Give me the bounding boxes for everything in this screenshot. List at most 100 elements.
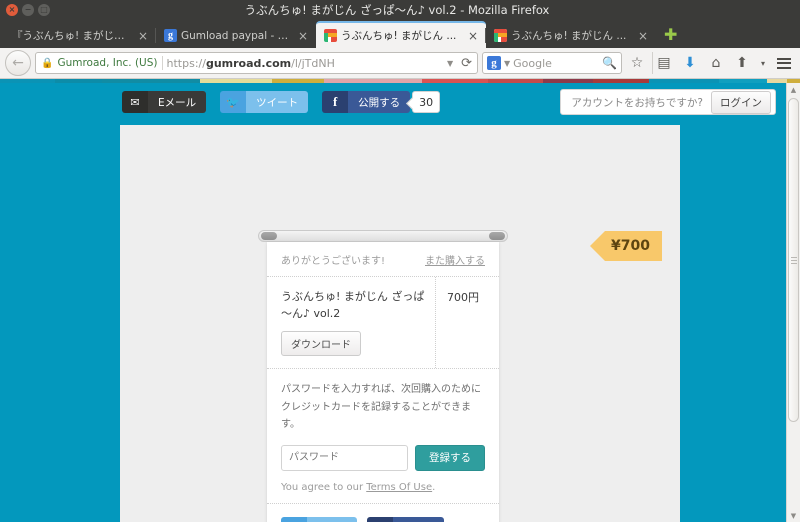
account-box: アカウントをお持ちですか? ログイン <box>560 89 776 115</box>
url-bar[interactable]: 🔒 Gumroad, Inc. (US) https://gumroad.com… <box>35 52 478 74</box>
price-tag: ¥700 <box>590 231 662 261</box>
url-prefix: https:// <box>166 56 206 70</box>
account-question: アカウントをお持ちですか? <box>571 96 703 109</box>
share-button-group: ✉ Eメール 🐦 ツイート f 公開する 30 <box>122 91 441 113</box>
tab-2-active[interactable]: うぶんちゅ! まがじん ... × <box>316 21 486 48</box>
firefox-window: × − □ うぶんちゅ! まがじん ざっぱ～ん♪ vol.2 - Mozilla… <box>0 0 800 522</box>
receipt-share-row: 🐦 Tweet f Share <box>267 504 499 522</box>
facebook-share-button[interactable]: f 公開する <box>322 91 411 113</box>
twitter-bird-icon: 🐦 <box>281 516 307 522</box>
printer-bar <box>258 230 508 242</box>
password-prompt: パスワードを入力すれば、次回購入のためにクレジットカードを記録することができます… <box>281 384 481 430</box>
scrollbar-thumb[interactable] <box>788 98 799 422</box>
url-text: https://gumroad.com/l/jTdNH <box>167 57 443 70</box>
sidebar-icon[interactable]: ▤ <box>652 52 675 74</box>
facebook-share-label: 公開する <box>348 91 411 113</box>
terms-suffix: . <box>432 481 436 493</box>
scroll-up-button[interactable]: ▲ <box>787 83 800 96</box>
window-title: うぶんちゅ! まがじん ざっぱ～ん♪ vol.2 - Mozilla Firef… <box>244 3 550 17</box>
window-minimize-button[interactable]: − <box>22 4 34 16</box>
receipt-share-button[interactable]: f Share <box>367 516 444 522</box>
chevron-down-icon[interactable]: ▾ <box>757 52 769 74</box>
register-button[interactable]: 登録する <box>415 444 485 471</box>
tab-0[interactable]: 『うぶんちゅ! まがじん ざ... × <box>4 23 156 48</box>
window-controls: × − □ <box>0 4 50 16</box>
login-button[interactable]: ログイン <box>711 90 771 114</box>
window-maximize-button[interactable]: □ <box>38 4 50 16</box>
url-host: gumroad.com <box>205 56 292 70</box>
gumroad-icon <box>324 29 337 42</box>
new-tab-button[interactable]: ✚ <box>656 27 685 43</box>
google-icon: g <box>164 29 177 42</box>
vertical-scrollbar[interactable]: ▲ ▼ <box>786 83 800 522</box>
password-form: 登録する <box>281 444 485 471</box>
scroll-down-button[interactable]: ▼ <box>787 509 800 522</box>
navigation-toolbar: ← 🔒 Gumroad, Inc. (US) https://gumroad.c… <box>0 48 800 79</box>
gumroad-icon <box>494 29 507 42</box>
email-share-label: Eメール <box>148 91 207 113</box>
back-button[interactable]: ← <box>5 50 31 76</box>
twitter-share-label: ツイート <box>246 91 309 113</box>
tab-label: うぶんちゅ! まがじん ... <box>341 30 457 42</box>
scrollbar-track[interactable] <box>788 96 799 509</box>
terms-of-use-link[interactable]: Terms Of Use <box>366 482 432 493</box>
tab-label: うぶんちゅ! まがじん ... <box>511 30 627 42</box>
envelope-icon: ✉ <box>122 91 148 113</box>
product-column: うぶんちゅ! まがじん ざっぱ～ん♪ vol.2 ダウンロード <box>267 277 435 368</box>
search-input[interactable]: Google <box>513 57 599 70</box>
downloads-icon[interactable]: ⬇ <box>679 52 701 74</box>
twitter-bird-icon: 🐦 <box>220 91 247 113</box>
terms-prefix: You agree to our <box>281 481 367 493</box>
tab-3[interactable]: うぶんちゅ! まがじん ... × <box>485 23 656 48</box>
menu-button[interactable] <box>773 52 795 74</box>
chevron-down-icon[interactable]: ▼ <box>447 59 453 68</box>
receipt-tweet-label: Tweet <box>307 516 358 522</box>
tab-close-icon[interactable]: × <box>296 30 310 42</box>
window-titlebar: × − □ うぶんちゅ! まがじん ざっぱ～ん♪ vol.2 - Mozilla… <box>0 0 800 20</box>
chevron-down-icon[interactable]: ▼ <box>504 59 510 68</box>
tab-label: Gumload paypal - Go... <box>181 29 292 42</box>
facebook-f-icon: f <box>322 91 349 113</box>
tab-1[interactable]: g Gumload paypal - Go... × <box>155 23 316 48</box>
back-arrow-icon: ← <box>12 55 24 71</box>
password-input[interactable] <box>281 444 408 471</box>
receipt-share-label: Share <box>393 516 444 522</box>
search-icon[interactable]: 🔍 <box>602 56 617 70</box>
tab-close-icon[interactable]: × <box>466 30 480 42</box>
tab-bar: 『うぶんちゅ! まがじん ざ... × g Gumload paypal - G… <box>0 20 800 48</box>
share-count-badge: 30 <box>412 91 441 113</box>
download-button[interactable]: ダウンロード <box>281 331 361 356</box>
email-share-button[interactable]: ✉ Eメール <box>122 91 207 113</box>
search-bar[interactable]: g ▼ Google 🔍 <box>482 52 622 74</box>
terms-text: You agree to our Terms Of Use. <box>281 482 485 493</box>
product-name: うぶんちゅ! まがじん ざっぱ～ん♪ vol.2 <box>281 290 425 320</box>
buy-again-link[interactable]: また購入する <box>425 252 485 267</box>
password-section: パスワードを入力すれば、次回購入のためにクレジットカードを記録することができます… <box>267 369 499 504</box>
facebook-f-icon: f <box>367 516 394 522</box>
receipt-body: ありがとうございます! また購入する うぶんちゅ! まがじん ざっぱ～ん♪ vo… <box>267 242 499 522</box>
close-icon: × <box>8 5 16 14</box>
reload-icon[interactable]: ⟳ <box>457 56 472 71</box>
scrollbar-grip-icon <box>790 256 797 264</box>
receipt-tweet-button[interactable]: 🐦 Tweet <box>281 516 358 522</box>
thank-you-text: ありがとうございます! <box>281 256 386 267</box>
product-price: 700円 <box>435 277 499 368</box>
twitter-share-button[interactable]: 🐦 ツイート <box>220 91 309 113</box>
tab-close-icon[interactable]: × <box>636 30 650 42</box>
printer-roller-right <box>489 232 505 240</box>
receipt-card: ありがとうございます! また購入する うぶんちゅ! まがじん ざっぱ～ん♪ vo… <box>258 230 508 522</box>
bookmark-star-icon[interactable]: ☆ <box>626 52 648 74</box>
maximize-icon: □ <box>40 5 48 14</box>
site-identity-label: Gumroad, Inc. (US) <box>57 57 158 69</box>
home-icon[interactable]: ⌂ <box>705 52 727 74</box>
page-content: ✉ Eメール 🐦 ツイート f 公開する 30 アカウントをお持ちですか? ログ… <box>0 83 800 522</box>
receipt-line-item: うぶんちゅ! まがじん ざっぱ～ん♪ vol.2 ダウンロード 700円 <box>267 277 499 369</box>
url-path: /l/jTdNH <box>291 56 335 70</box>
google-icon[interactable]: g <box>487 56 501 70</box>
window-close-button[interactable]: × <box>6 4 18 16</box>
tab-close-icon[interactable]: × <box>136 30 150 42</box>
lock-icon: 🔒 <box>41 57 54 69</box>
upload-icon[interactable]: ⬆ <box>731 52 753 74</box>
printer-roller-left <box>261 232 277 240</box>
tab-label: 『うぶんちゅ! まがじん ざ... <box>12 30 132 42</box>
